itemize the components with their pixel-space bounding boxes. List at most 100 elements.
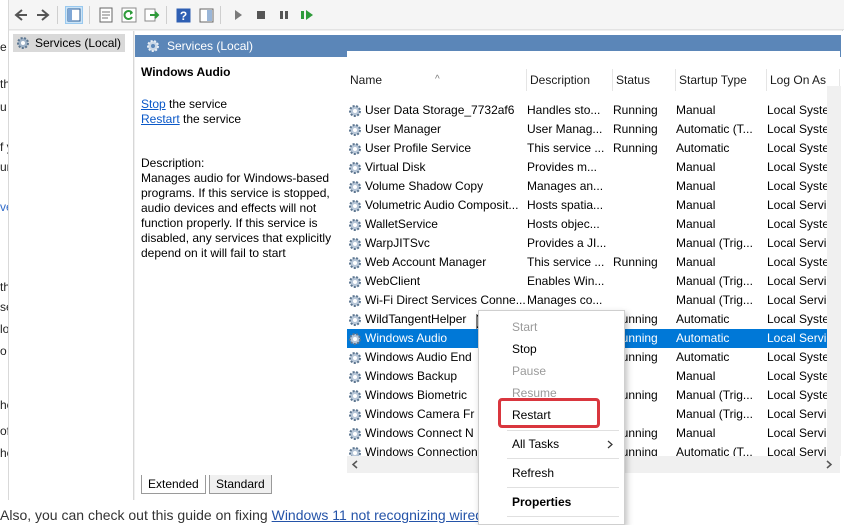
service-row[interactable]: User Data Storage_7732af6 Handles sto... R…: [347, 101, 840, 120]
bg-fragment: e: [0, 40, 7, 54]
service-startup-cell: Manual: [676, 426, 716, 440]
service-gear-icon: [349, 332, 361, 345]
menu-item-properties[interactable]: Properties: [512, 492, 571, 512]
service-gear-icon: [349, 294, 361, 307]
refresh-toolbar-button[interactable]: [120, 6, 138, 24]
service-description-cell: This service ...: [527, 141, 605, 155]
restart-service-button[interactable]: [298, 6, 316, 24]
service-status-cell: Running: [613, 255, 658, 269]
service-row[interactable]: Volume Shadow Copy Manages an... Manual Loc…: [347, 177, 840, 196]
service-name-cell: User Profile Service: [347, 139, 525, 158]
stop-service-link[interactable]: Stop: [141, 97, 166, 111]
menu-separator: [507, 487, 619, 488]
restart-play-icon: [301, 10, 313, 20]
tab-standard[interactable]: Standard: [209, 475, 272, 494]
service-startup-cell: Manual: [676, 103, 716, 117]
service-row[interactable]: User Manager User Manag... Running Automati…: [347, 120, 840, 139]
show-hide-console-tree-button[interactable]: [65, 6, 83, 24]
forward-button[interactable]: [34, 6, 52, 24]
service-row[interactable]: WalletService Hosts objec... Manual Local S…: [347, 215, 840, 234]
service-status-cell: [613, 158, 673, 177]
service-gear-icon: [349, 256, 361, 269]
menu-item-pause[interactable]: Pause: [512, 361, 546, 381]
properties-toolbar-button[interactable]: [97, 6, 115, 24]
menu-item-all-tasks[interactable]: All Tasks: [512, 434, 559, 454]
service-gear-icon: [349, 237, 361, 250]
panel-title: Services (Local): [167, 39, 254, 53]
scroll-right-icon: [826, 460, 833, 469]
service-gear-icon: [349, 408, 361, 421]
services-gear-icon: [147, 40, 159, 52]
service-row[interactable]: WarpJITSvc Provides a JI... Manual (Trig..…: [347, 234, 840, 253]
menu-separator: [507, 516, 619, 517]
service-name-cell: Volume Shadow Copy: [347, 177, 525, 196]
column-header-name[interactable]: ^ Name: [347, 63, 527, 95]
service-row[interactable]: Virtual Disk Provides m... Manual Local Sys…: [347, 158, 840, 177]
play-icon: [235, 10, 242, 20]
service-name: Wi-Fi Direct Services Conne...: [365, 293, 525, 307]
column-header-description[interactable]: Description: [527, 63, 613, 95]
tree-item-label: Services (Local): [35, 36, 122, 50]
service-row[interactable]: Volumetric Audio Composit... Hosts spatia…: [347, 196, 840, 215]
service-status-cell: [613, 177, 673, 196]
service-name: User Data Storage_7732af6: [365, 103, 515, 117]
column-header-startup-type[interactable]: Startup Type: [676, 63, 767, 95]
console-tree: Services (Local): [9, 31, 134, 500]
bg-bottom-link[interactable]: Windows 11 not recognizing wired h: [272, 507, 495, 523]
service-gear-icon: [349, 199, 361, 212]
service-status-cell: [613, 215, 673, 234]
action-pane-button[interactable]: [197, 6, 215, 24]
service-startup-cell: Manual: [676, 179, 716, 193]
service-name-cell: User Data Storage_7732af6: [347, 101, 525, 120]
service-name: Volume Shadow Copy: [365, 179, 484, 193]
service-name-cell: Wi-Fi Direct Services Conne...: [347, 291, 525, 310]
service-row[interactable]: Wi-Fi Direct Services Conne... Manages co…: [347, 291, 840, 310]
arrow-left-icon: [14, 9, 27, 21]
service-row[interactable]: User Profile Service This service ... Runn…: [347, 139, 840, 158]
service-name-cell: User Manager: [347, 120, 525, 139]
service-startup-cell: Manual: [676, 198, 716, 212]
stop-icon: [257, 11, 265, 19]
export-list-button[interactable]: [143, 6, 161, 24]
menu-item-start[interactable]: Start: [512, 317, 537, 337]
service-name: Volumetric Audio Composit...: [365, 198, 519, 212]
service-description-cell: Manages co...: [527, 293, 603, 307]
toolbar-separator: [220, 6, 221, 24]
service-startup-cell: Manual: [676, 160, 716, 174]
service-gear-icon: [349, 161, 361, 174]
stop-service-button[interactable]: [252, 6, 270, 24]
submenu-chevron-icon: [607, 440, 613, 449]
service-status-cell: Running: [613, 122, 658, 136]
service-description-pane: Windows Audio Stop the service Restart t…: [141, 65, 341, 465]
list-vertical-scrollbar[interactable]: [827, 86, 841, 456]
back-button[interactable]: [12, 6, 30, 24]
service-startup-cell: Manual (Trig...: [676, 274, 753, 288]
service-description-cell: Hosts objec...: [527, 217, 600, 231]
service-gear-icon: [349, 275, 361, 288]
service-gear-icon: [349, 389, 361, 402]
service-row[interactable]: WebClient Enables Win... Manual (Trig... Lo…: [347, 272, 840, 291]
service-name-cell: Web Account Manager: [347, 253, 525, 272]
service-gear-icon: [349, 427, 361, 440]
service-row[interactable]: Web Account Manager This service ... Runni…: [347, 253, 840, 272]
tree-item-services-local[interactable]: Services (Local): [13, 34, 126, 52]
service-name: WarpJITSvc: [365, 236, 430, 250]
service-name: Windows Connect N: [365, 426, 474, 440]
arrow-right-icon: [37, 9, 50, 21]
restart-service-link[interactable]: Restart: [141, 112, 180, 126]
menu-item-refresh[interactable]: Refresh: [512, 463, 554, 483]
tab-extended[interactable]: Extended: [141, 475, 206, 494]
start-service-button[interactable]: [229, 6, 247, 24]
list-header: ^ Name Description Status Startup Type L…: [347, 63, 840, 95]
pause-service-button[interactable]: [275, 6, 293, 24]
toolbar: ?: [9, 0, 844, 30]
column-header-status[interactable]: Status: [613, 63, 676, 95]
menu-item-stop[interactable]: Stop: [512, 339, 537, 359]
stop-line-suffix: the service: [165, 97, 228, 111]
service-name-cell: Volumetric Audio Composit...: [347, 196, 525, 215]
action-pane-icon: [199, 8, 213, 22]
service-gear-icon: [349, 104, 361, 117]
service-description-cell: User Manag...: [527, 122, 603, 136]
service-startup-cell: Manual: [676, 255, 716, 269]
help-button[interactable]: ?: [174, 6, 192, 24]
